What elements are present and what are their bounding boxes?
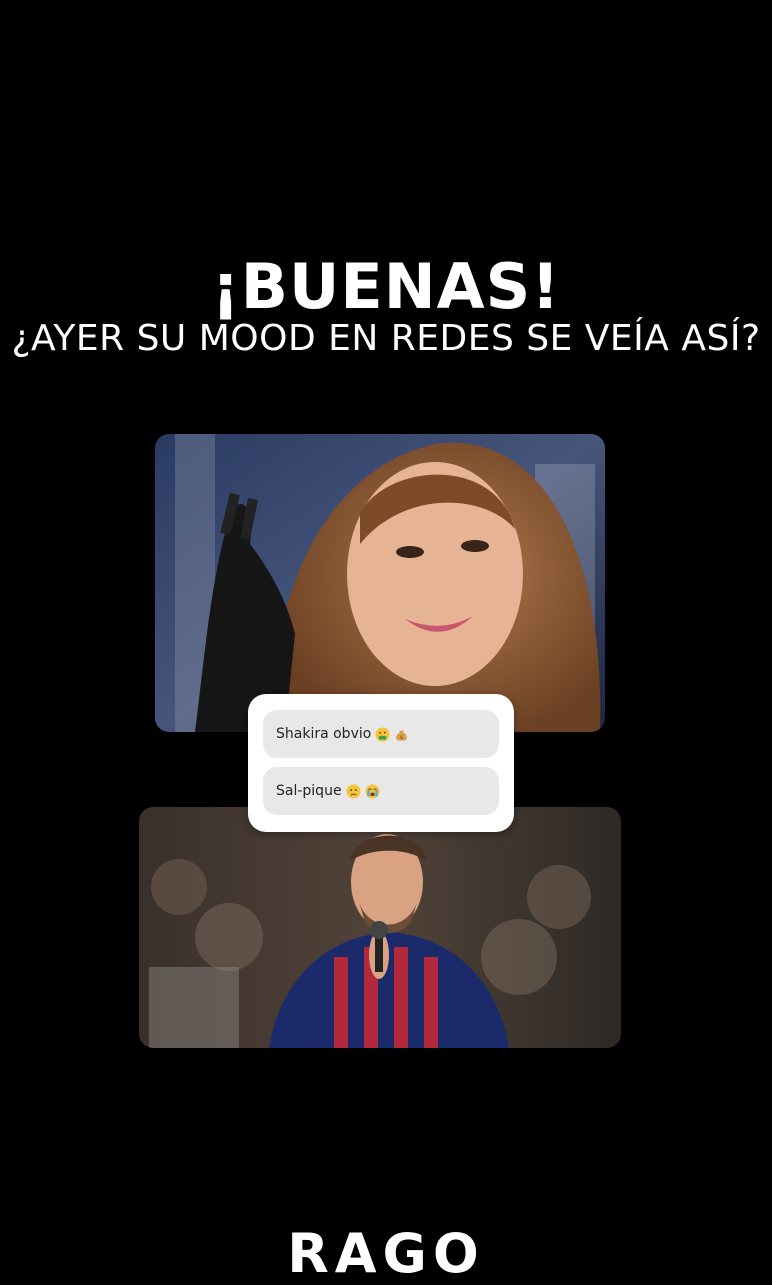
- sad-face-icon: [346, 783, 361, 799]
- poll-option-label: Shakira obvio: [276, 726, 372, 742]
- headline: ¡BUENAS!: [211, 250, 561, 323]
- money-bag-icon: $: [394, 727, 409, 742]
- money-mouth-face-icon: [375, 726, 390, 742]
- poll-option-shakira[interactable]: Shakira obvio $: [263, 710, 499, 758]
- subheadline: ¿AYER SU MOOD EN REDES SE VEÍA ASÍ?: [11, 318, 761, 359]
- poll-option-salpique[interactable]: Sal-pique: [263, 767, 499, 815]
- photo-top: [155, 434, 605, 732]
- poll-sticker: Shakira obvio $ Sal-pique: [248, 694, 514, 832]
- crying-face-icon: [365, 783, 380, 799]
- svg-text:$: $: [400, 735, 404, 741]
- brand-logo: RAGO: [287, 1222, 485, 1285]
- photo-bottom: [139, 807, 621, 1048]
- poll-option-label: Sal-pique: [276, 783, 342, 799]
